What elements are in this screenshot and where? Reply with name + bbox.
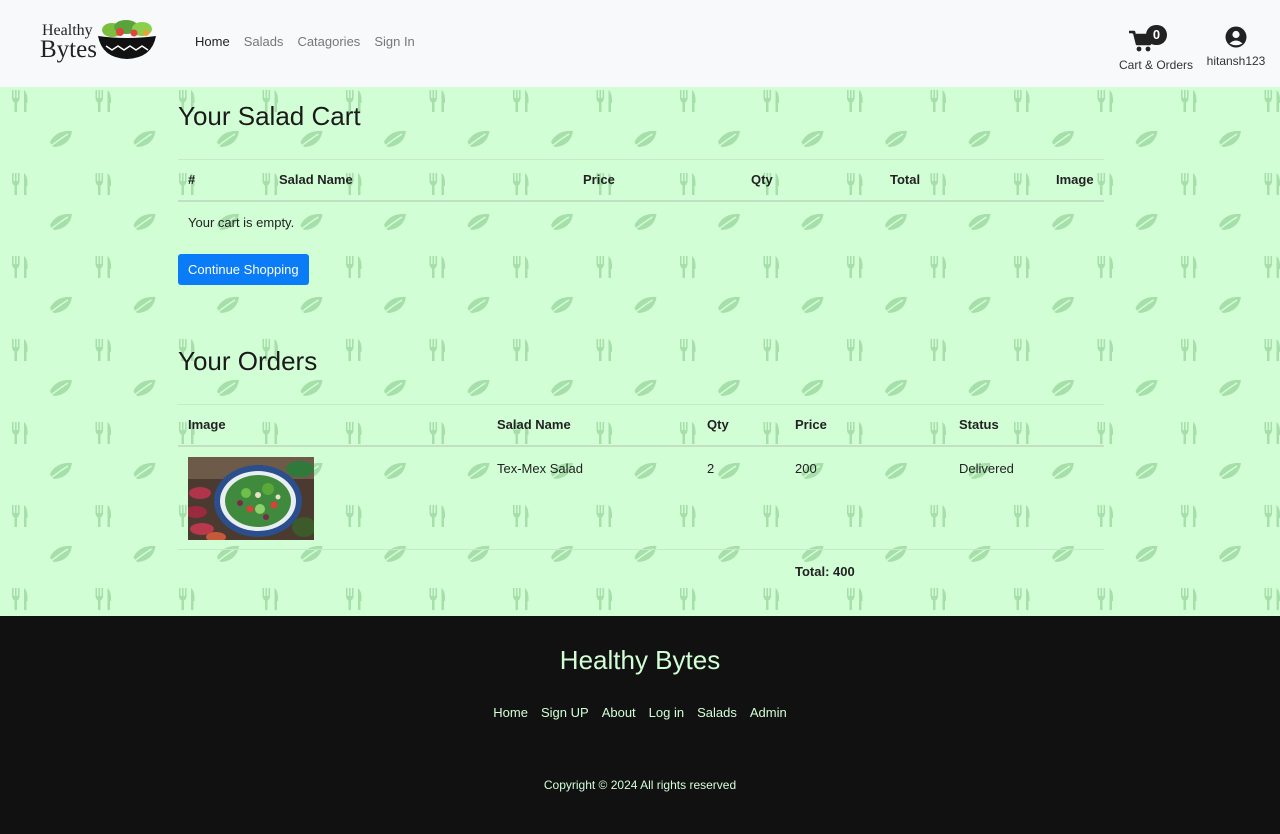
order-image-cell <box>178 445 487 550</box>
total-spacer <box>178 550 487 580</box>
orders-title: Your Orders <box>178 346 318 376</box>
cart-col-qty: Qty <box>741 159 880 202</box>
order-qty: 2 <box>697 445 785 550</box>
order-row: Tex-Mex Salad 2 200 Delivered <box>178 445 1104 550</box>
order-price: 200 <box>785 445 949 550</box>
orders-total-row: Total: 400 <box>178 550 1104 580</box>
cart-table-header: # Salad Name Price Qty Total Image <box>178 159 1104 202</box>
total-spacer <box>487 550 697 580</box>
main-content: Your Salad Cart # Salad Name Price Qty T… <box>0 87 1280 616</box>
cart-table: # Salad Name Price Qty Total Image Your … <box>178 159 1104 245</box>
cart-count-badge: 0 <box>1146 25 1167 45</box>
brand-logo[interactable]: Healthy Bytes <box>40 18 158 66</box>
cart-empty-message: Your cart is empty. <box>188 214 295 230</box>
salad-image[interactable] <box>188 456 314 540</box>
nav-home[interactable]: Home <box>195 34 230 49</box>
user-account-link[interactable]: hitansh123 <box>1204 26 1268 68</box>
cart-title: Your Salad Cart <box>178 101 361 131</box>
nav-sign-in[interactable]: Sign In <box>374 34 414 49</box>
nav-categories[interactable]: Catagories <box>297 34 360 49</box>
salad-bowl-icon <box>98 20 156 59</box>
cart-col-index: # <box>178 159 269 202</box>
cart-col-name: Salad Name <box>269 159 573 202</box>
orders-table: Image Salad Name Qty Price Status Tex-Me… <box>178 404 1104 579</box>
total-spacer <box>697 550 785 580</box>
cart-label: Cart & Orders <box>1118 58 1193 72</box>
orders-col-name: Salad Name <box>487 404 697 447</box>
footer-link-about[interactable]: About <box>602 705 636 720</box>
continue-shopping-button[interactable]: Continue Shopping <box>178 254 309 285</box>
orders-table-header: Image Salad Name Qty Price Status <box>178 404 1104 447</box>
copyright-text: Copyright © 2024 All rights reserved <box>543 778 737 792</box>
navbar: Healthy Bytes Home Salads Catagories Sig… <box>0 0 1280 87</box>
orders-col-image: Image <box>178 404 487 447</box>
order-status: Delivered <box>949 445 1104 550</box>
footer-nav: Home Sign UP About Log in Salads Admin <box>0 705 1280 720</box>
footer: Healthy Bytes Home Sign UP About Log in … <box>0 616 1280 834</box>
orders-col-qty: Qty <box>697 404 785 447</box>
orders-col-price: Price <box>785 404 949 447</box>
footer-link-log-in[interactable]: Log in <box>649 705 684 720</box>
order-salad-name: Tex-Mex Salad <box>487 445 697 550</box>
cart-col-image: Image <box>1046 159 1104 202</box>
footer-link-salads[interactable]: Salads <box>697 705 737 720</box>
footer-brand: Healthy Bytes <box>559 645 721 675</box>
footer-link-sign-up[interactable]: Sign UP <box>541 705 589 720</box>
cart-orders-link[interactable]: 0 Cart & Orders <box>1116 24 1196 72</box>
orders-total: Total: 400 <box>795 564 855 579</box>
nav-salads[interactable]: Salads <box>244 34 284 49</box>
cart-col-total: Total <box>880 159 1046 202</box>
cart-empty-row: Your cart is empty. <box>178 201 1104 245</box>
cart-icon-wrap: 0 <box>1116 24 1196 56</box>
footer-link-home[interactable]: Home <box>493 705 528 720</box>
orders-col-status: Status <box>949 404 1104 447</box>
footer-link-admin[interactable]: Admin <box>750 705 787 720</box>
cart-col-price: Price <box>573 159 741 202</box>
user-avatar-icon <box>1225 26 1247 48</box>
brand-line2: Bytes <box>40 36 97 63</box>
main-nav: Home Salads Catagories Sign In <box>195 34 415 49</box>
username: hitansh123 <box>1206 54 1266 68</box>
